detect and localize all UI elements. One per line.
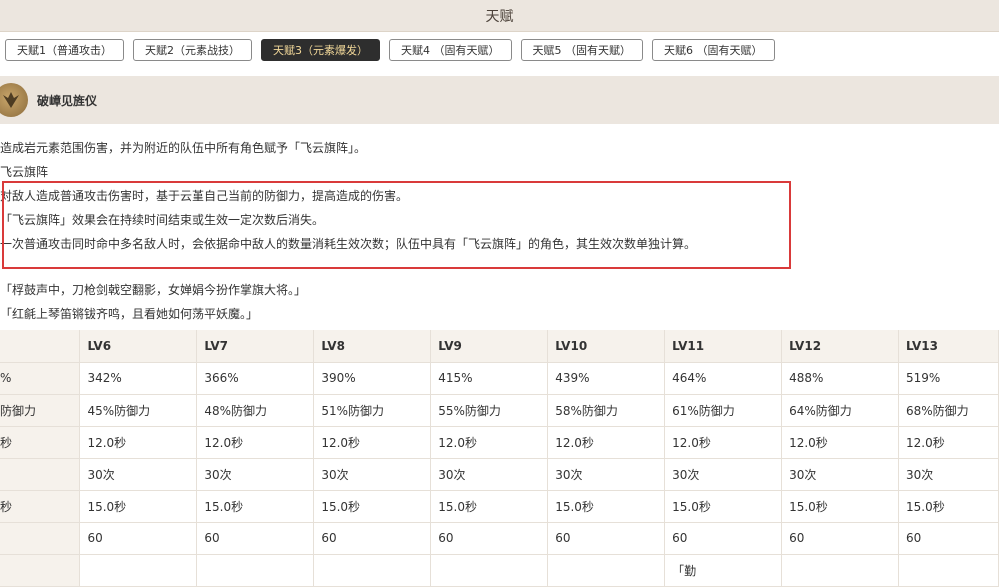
table-cell: 15.0秒 (313, 490, 432, 523)
quote-line: 「红毹上琴笛锵钹齐鸣，且看她如何荡平妖魔。」 (0, 307, 259, 321)
table-cell (547, 554, 666, 587)
table-cell: 30次 (313, 458, 432, 491)
table-row: % 342% 366% 390% 415% 439% 464% 488% 519… (0, 362, 999, 395)
table-row: 60 60 60 60 60 60 60 60 (0, 522, 999, 555)
table-cell (0, 458, 81, 491)
table-header-cell: LV6 (79, 330, 198, 363)
red-highlight-box (2, 181, 791, 269)
table-cell: 60 (196, 522, 315, 555)
table-cell (898, 554, 999, 587)
talent-tabs: 天赋1（普通攻击） 天赋2（元素战技） 天赋3（元素爆发） 天赋4 （固有天赋）… (5, 39, 775, 61)
table-cell: 366% (196, 362, 315, 395)
table-cell (0, 554, 81, 587)
table-cell: 30次 (547, 458, 666, 491)
table-header-cell: LV12 (781, 330, 899, 363)
table-cell: 15.0秒 (430, 490, 549, 523)
table-cell: 58%防御力 (547, 394, 666, 427)
skill-name: 破嶂见旌仪 (37, 93, 98, 108)
table-cell: 55%防御力 (430, 394, 549, 427)
table-cell: 390% (313, 362, 432, 395)
table-cell: 68%防御力 (898, 394, 999, 427)
table-cell: 12.0秒 (79, 426, 198, 459)
table-cell: 15.0秒 (79, 490, 198, 523)
table-cell (196, 554, 315, 587)
section-title-bar: 天赋 (0, 0, 999, 32)
tab-talent-5[interactable]: 天赋5 （固有天赋） (520, 39, 643, 61)
quote-line: 「桴鼓声中，刀枪剑戟空翻影，女婵娟今扮作掌旗大将。」 (0, 283, 307, 297)
table-cell: 64%防御力 (781, 394, 899, 427)
tab-talent-4[interactable]: 天赋4 （固有天赋） (389, 39, 512, 61)
section-title: 天赋 (485, 8, 514, 25)
table-row: 「勤 (0, 554, 999, 587)
table-cell: 15.0秒 (781, 490, 899, 523)
table-cell: 61%防御力 (664, 394, 783, 427)
table-cell: 12.0秒 (313, 426, 432, 459)
table-cell: 60 (898, 522, 999, 555)
table-header-row: LV6 LV7 LV8 LV9 LV10 LV11 LV12 LV13 (0, 330, 999, 363)
skill-icon (0, 83, 28, 117)
table-cell: 342% (79, 362, 198, 395)
table-header-cell: LV11 (664, 330, 783, 363)
table-header-cell: LV9 (430, 330, 549, 363)
table-cell: 60 (781, 522, 899, 555)
table-row: 秒 12.0秒 12.0秒 12.0秒 12.0秒 12.0秒 12.0秒 12… (0, 426, 999, 459)
table-cell: 60 (547, 522, 666, 555)
tab-talent-2[interactable]: 天赋2（元素战技） (133, 39, 252, 61)
table-cell: 30次 (898, 458, 999, 491)
table-cell: 12.0秒 (430, 426, 549, 459)
table-cell: 30次 (79, 458, 198, 491)
table-cell: 415% (430, 362, 549, 395)
table-cell: 60 (313, 522, 432, 555)
table-cell: 12.0秒 (898, 426, 999, 459)
table-cell: 15.0秒 (547, 490, 666, 523)
table-cell: 15.0秒 (898, 490, 999, 523)
table-cell: 12.0秒 (547, 426, 666, 459)
table-cell: 519% (898, 362, 999, 395)
table-cell (0, 522, 81, 555)
table-row: 30次 30次 30次 30次 30次 30次 30次 30次 (0, 458, 999, 491)
table-cell: 秒 (0, 426, 81, 459)
description-line: 造成岩元素范围伤害，并为附近的队伍中所有角色赋予「飞云旗阵」。 (0, 141, 367, 155)
table-header-cell: LV13 (898, 330, 999, 363)
tab-talent-6[interactable]: 天赋6 （固有天赋） (652, 39, 775, 61)
table-header-cell: LV10 (547, 330, 666, 363)
table-cell: 30次 (196, 458, 315, 491)
table-cell: 12.0秒 (664, 426, 783, 459)
table-cell (781, 554, 899, 587)
table-cell: 51%防御力 (313, 394, 432, 427)
skill-header: 破嶂见旌仪 (0, 76, 999, 124)
table-cell: 30次 (664, 458, 783, 491)
table-cell: % (0, 362, 81, 395)
table-cell: 15.0秒 (196, 490, 315, 523)
table-cell: 45%防御力 (79, 394, 198, 427)
table-cell (313, 554, 432, 587)
table-cell (430, 554, 549, 587)
table-cell: 秒 (0, 490, 81, 523)
description-line: 飞云旗阵 (0, 165, 49, 179)
table-cell: 60 (664, 522, 783, 555)
table-cell: 60 (79, 522, 198, 555)
table-cell: 464% (664, 362, 783, 395)
table-cell: 48%防御力 (196, 394, 315, 427)
tab-talent-1[interactable]: 天赋1（普通攻击） (5, 39, 124, 61)
table-cell: 488% (781, 362, 899, 395)
table-cell: 12.0秒 (196, 426, 315, 459)
skill-level-table: LV6 LV7 LV8 LV9 LV10 LV11 LV12 LV13 % 34… (0, 330, 999, 587)
table-header-cell: LV7 (196, 330, 315, 363)
table-cell: 12.0秒 (781, 426, 899, 459)
table-cell: 439% (547, 362, 666, 395)
table-row: 秒 15.0秒 15.0秒 15.0秒 15.0秒 15.0秒 15.0秒 15… (0, 490, 999, 523)
table-cell: 30次 (430, 458, 549, 491)
table-row: 防御力 45%防御力 48%防御力 51%防御力 55%防御力 58%防御力 6… (0, 394, 999, 427)
table-cell: 防御力 (0, 394, 81, 427)
table-header-cell: LV8 (313, 330, 432, 363)
tab-talent-3[interactable]: 天赋3（元素爆发） (261, 39, 380, 61)
table-cell: 15.0秒 (664, 490, 783, 523)
table-cell: 60 (430, 522, 549, 555)
table-cell (79, 554, 198, 587)
table-cell: 30次 (781, 458, 899, 491)
table-cell: 「勤 (664, 554, 783, 587)
table-header-cell (0, 330, 81, 363)
